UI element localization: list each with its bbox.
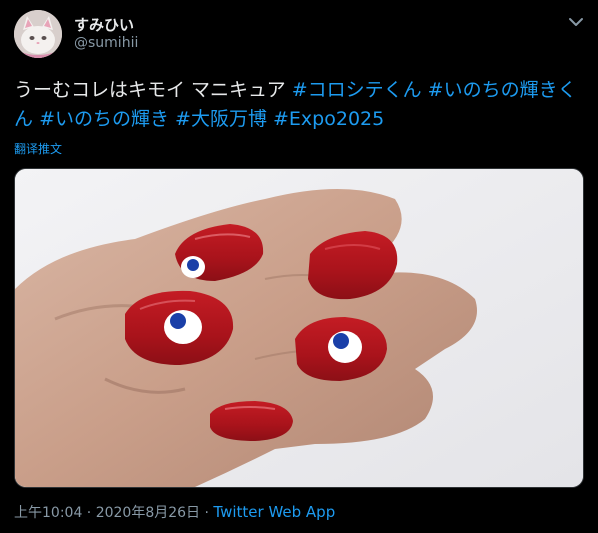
nail-photo xyxy=(15,169,583,487)
chevron-down-icon xyxy=(569,18,583,26)
tweet-text: うーむコレはキモイ マニキュア #コロシテくん #いのちの輝きくん #いのちの輝… xyxy=(14,76,584,134)
hashtag-osaka-expo[interactable]: #大阪万博 xyxy=(175,108,267,130)
tweet-meta: 上午10:04 · 2020年8月26日 · Twitter Web App xyxy=(14,502,335,522)
hashtag-expo2025[interactable]: #Expo2025 xyxy=(273,108,384,130)
tweet-timestamp[interactable]: 上午10:04 · 2020年8月26日 xyxy=(14,505,200,521)
display-name[interactable]: すみひい xyxy=(74,14,134,35)
tweet-photo[interactable] xyxy=(14,168,584,488)
avatar[interactable] xyxy=(14,10,62,58)
hashtag-inochinokagayaki[interactable]: #いのちの輝き xyxy=(39,108,169,130)
hashtag-korositekun[interactable]: #コロシテくん xyxy=(292,79,422,101)
meta-separator: · xyxy=(200,505,214,521)
tweet: すみひい @sumihii うーむコレはキモイ マニキュア #コロシテくん #い… xyxy=(0,0,598,533)
translate-tweet-link[interactable]: 翻译推文 xyxy=(14,140,62,157)
cat-avatar-icon xyxy=(14,10,62,58)
more-options-button[interactable] xyxy=(562,10,590,34)
tweet-source[interactable]: Twitter Web App xyxy=(213,503,335,521)
user-handle[interactable]: @sumihii xyxy=(74,35,138,51)
tweet-text-body: うーむコレはキモイ マニキュア xyxy=(14,79,292,101)
